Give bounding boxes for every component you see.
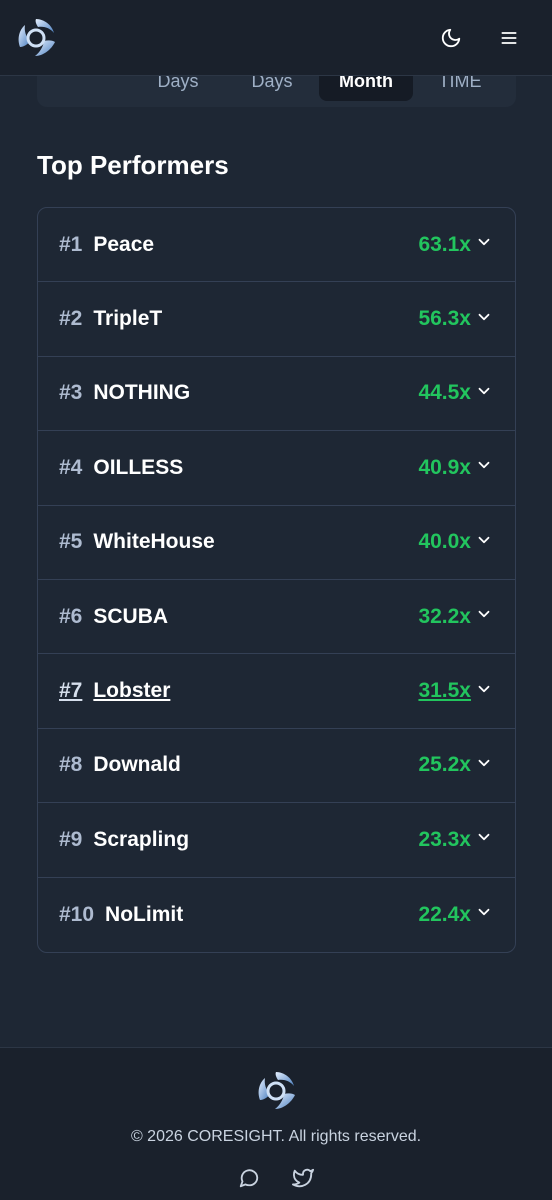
performer-value: 40.0x (418, 530, 493, 554)
coresight-logo-icon[interactable] (14, 16, 58, 60)
performer-rank: #4 (59, 455, 83, 479)
performer-name: WhiteHouse (93, 530, 215, 554)
performer-name: Downald (93, 753, 181, 777)
performer-name: SCUBA (93, 604, 169, 628)
performer-row[interactable]: #6 SCUBA 32.2x (38, 580, 515, 655)
performer-multiplier: 25.2x (418, 753, 471, 777)
performer-rank: #10 (59, 902, 95, 926)
performer-value: 40.9x (418, 456, 493, 480)
chat-bubble-icon[interactable] (237, 1166, 261, 1190)
performer-info: #3 NOTHING (59, 381, 190, 405)
performer-name: NoLimit (105, 902, 184, 926)
performer-row[interactable]: #5 WhiteHouse 40.0x (38, 506, 515, 580)
performer-multiplier: 40.0x (418, 530, 471, 554)
performer-rank: #5 (59, 530, 83, 554)
performer-value: 44.5x (418, 381, 493, 405)
footer: © 2026 CORESIGHT. All rights reserved. (0, 1047, 552, 1200)
moon-icon[interactable] (434, 21, 468, 55)
performer-value: 23.3x (418, 828, 493, 852)
performer-value: 22.4x (418, 903, 493, 927)
header-actions (434, 21, 536, 55)
performer-multiplier: 63.1x (418, 232, 471, 256)
performer-row[interactable]: #9 Scrapling 23.3x (38, 803, 515, 878)
performer-name: Peace (93, 232, 155, 256)
performer-info: #5 WhiteHouse (59, 530, 215, 554)
performer-info: #1 Peace (59, 233, 154, 257)
performer-rank: #7 (59, 679, 83, 703)
top-header (0, 0, 552, 76)
section-title: Top Performers (37, 150, 229, 180)
chevron-down-icon[interactable] (475, 233, 493, 256)
performer-name: TripleT (93, 307, 163, 331)
performer-info: #8 Downald (59, 753, 181, 777)
performer-info: #2 TripleT (59, 307, 162, 331)
performer-info: #4 OILLESS (59, 456, 183, 480)
performer-rank: #2 (59, 307, 83, 331)
performer-multiplier: 22.4x (418, 902, 471, 926)
performer-multiplier: 31.5x (418, 679, 471, 703)
performer-row[interactable]: #1 Peace 63.1x (38, 208, 515, 283)
chevron-down-icon[interactable] (475, 828, 493, 851)
performer-rank: #3 (59, 381, 83, 405)
performer-rank: #8 (59, 753, 83, 777)
performer-rank: #9 (59, 827, 83, 851)
chevron-down-icon[interactable] (475, 903, 493, 926)
performer-rank: #6 (59, 604, 83, 628)
performer-name: Lobster (93, 679, 171, 703)
performer-multiplier: 32.2x (418, 604, 471, 628)
performer-value: 56.3x (418, 307, 493, 331)
performer-multiplier: 56.3x (418, 307, 471, 331)
performer-value: 32.2x (418, 605, 493, 629)
performer-multiplier: 40.9x (418, 455, 471, 479)
chevron-down-icon[interactable] (475, 531, 493, 554)
chevron-down-icon[interactable] (475, 308, 493, 331)
chevron-down-icon[interactable] (475, 680, 493, 703)
performer-value: 63.1x (418, 233, 493, 257)
performer-name: NOTHING (93, 381, 191, 405)
performer-row[interactable]: #8 Downald 25.2x (38, 729, 515, 804)
social-links (0, 1166, 552, 1190)
chevron-down-icon[interactable] (475, 456, 493, 479)
hamburger-menu-icon[interactable] (492, 21, 526, 55)
performer-row[interactable]: #7 Lobster 31.5x (38, 654, 515, 729)
performer-row[interactable]: #2 TripleT 56.3x (38, 282, 515, 357)
performer-info: #10 NoLimit (59, 903, 183, 927)
performer-row[interactable]: #4 OILLESS 40.9x (38, 431, 515, 506)
chevron-down-icon[interactable] (475, 754, 493, 777)
performer-rank: #1 (59, 232, 83, 256)
performer-name: Scrapling (93, 827, 190, 851)
chevron-down-icon[interactable] (475, 605, 493, 628)
performer-name: OILLESS (93, 455, 184, 479)
performers-list: #1 Peace 63.1x #2 TripleT 56.3x #3 NOTHING 44.5x… (37, 207, 516, 953)
performer-multiplier: 44.5x (418, 381, 471, 405)
performer-value: 25.2x (418, 753, 493, 777)
twitter-icon[interactable] (291, 1166, 315, 1190)
copyright-text: © 2026 CORESIGHT. All rights reserved. (130, 1128, 422, 1145)
performer-info: #6 SCUBA (59, 605, 168, 629)
footer-logo-icon[interactable] (254, 1069, 298, 1113)
chevron-down-icon[interactable] (475, 382, 493, 405)
performer-row[interactable]: #10 NoLimit 22.4x (38, 878, 515, 952)
performer-row[interactable]: #3 NOTHING 44.5x (38, 357, 515, 432)
performer-multiplier: 23.3x (418, 827, 471, 851)
performer-info: #9 Scrapling (59, 828, 189, 852)
performer-value: 31.5x (418, 679, 493, 703)
performer-info: #7 Lobster (59, 679, 170, 703)
